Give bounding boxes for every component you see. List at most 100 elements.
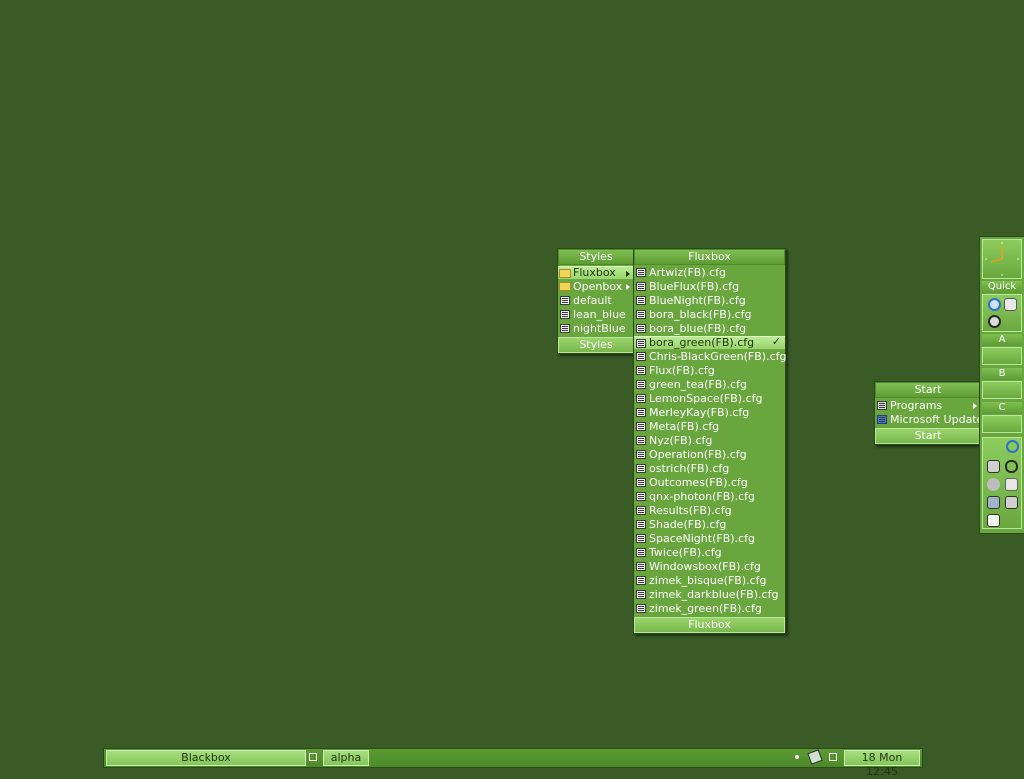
fluxbox-menu-item[interactable]: Nyz(FB).cfg	[634, 434, 785, 448]
styles-menu-footer[interactable]: Styles	[558, 337, 634, 353]
start-menu-footer[interactable]: Start	[875, 428, 981, 444]
fluxbox-menu-item[interactable]: zimek_bisque(FB).cfg	[634, 574, 785, 588]
config-file-icon	[636, 436, 646, 445]
tray-network-icon[interactable]	[807, 749, 823, 765]
menu-item-label: MerleyKay(FB).cfg	[649, 406, 750, 419]
menu-item-label: Results(FB).cfg	[649, 504, 732, 517]
menu-item-label: zimek_darkblue(FB).cfg	[649, 588, 779, 601]
quick-launch-label: Quick	[982, 281, 1022, 293]
fluxbox-menu-item[interactable]: BlueNight(FB).cfg	[634, 294, 785, 308]
fluxbox-menu-item[interactable]: zimek_green(FB).cfg	[634, 602, 785, 616]
printer-icon[interactable]	[987, 460, 1000, 473]
workspace-c-button[interactable]	[982, 415, 1022, 433]
fluxbox-menu-item[interactable]: Shade(FB).cfg	[634, 518, 785, 532]
config-file-icon	[636, 380, 646, 389]
update-icon	[877, 415, 887, 424]
menu-item-label: LemonSpace(FB).cfg	[649, 392, 763, 405]
folder-icon	[559, 269, 571, 278]
config-file-icon	[636, 562, 646, 571]
config-file-icon	[636, 296, 646, 305]
start-menu-item-programs[interactable]: Programs	[875, 399, 981, 413]
tray-arrow-icon[interactable]	[795, 755, 799, 759]
fluxbox-menu-item[interactable]: green_tea(FB).cfg	[634, 378, 785, 392]
workspace-b-button[interactable]	[982, 381, 1022, 399]
fluxbox-menu-item[interactable]: SpaceNight(FB).cfg	[634, 532, 785, 546]
styles-menu-item-lean-blue[interactable]: lean_blue	[558, 308, 634, 322]
fluxbox-menu-item[interactable]: bora_blue(FB).cfg	[634, 322, 785, 336]
fluxbox-menu-item[interactable]: LemonSpace(FB).cfg	[634, 392, 785, 406]
menu-item-label: BlueNight(FB).cfg	[649, 294, 746, 307]
window-list-icon[interactable]	[309, 753, 317, 761]
menu-item-label: Openbox	[573, 280, 623, 293]
tools-icon[interactable]	[1005, 496, 1018, 509]
config-file-icon	[636, 590, 646, 599]
menu-item-label: bora_black(FB).cfg	[649, 308, 752, 321]
config-file-icon	[636, 352, 646, 361]
menu-item-label: nightBlue	[573, 322, 626, 335]
styles-menu-item-openbox[interactable]: Openbox	[558, 280, 634, 294]
fluxbox-menu-title: Fluxbox	[634, 249, 785, 265]
submenu-arrow-icon	[973, 403, 977, 409]
styles-menu-item-nightblue[interactable]: nightBlue	[558, 322, 634, 336]
user-icon[interactable]	[987, 478, 1000, 491]
menu-item-label: green_tea(FB).cfg	[649, 378, 747, 391]
fluxbox-menu-item[interactable]: zimek_darkblue(FB).cfg	[634, 588, 785, 602]
internet-explorer-icon[interactable]	[988, 298, 1001, 311]
fluxbox-menu-item[interactable]: Outcomes(FB).cfg	[634, 476, 785, 490]
fluxbox-menu-item[interactable]: Chris-BlackGreen(FB).cfg	[634, 350, 786, 364]
fluxbox-menu: Fluxbox Artwiz(FB).cfg BlueFlux(FB).cfg Bl…	[633, 248, 786, 634]
config-file-icon	[636, 464, 646, 473]
styles-menu-item-fluxbox[interactable]: Fluxbox	[558, 266, 634, 280]
menu-item-label: Outcomes(FB).cfg	[649, 476, 748, 489]
menu-item-label: Operation(FB).cfg	[649, 448, 747, 461]
fluxbox-menu-item[interactable]: qnx-photon(FB).cfg	[634, 490, 785, 504]
workspace-a-label: A	[982, 334, 1022, 346]
menu-item-label: Artwiz(FB).cfg	[649, 266, 727, 279]
config-file-icon	[636, 576, 646, 585]
menu-item-label: zimek_bisque(FB).cfg	[649, 574, 767, 587]
fluxbox-menu-item[interactable]: Meta(FB).cfg	[634, 420, 785, 434]
fluxbox-menu-item[interactable]: bora_black(FB).cfg	[634, 308, 785, 322]
fluxbox-menu-item[interactable]: MerleyKay(FB).cfg	[634, 406, 785, 420]
styles-menu-item-default[interactable]: default	[558, 294, 634, 308]
start-menu-title: Start	[875, 382, 981, 398]
fluxbox-menu-item[interactable]: Twice(FB).cfg	[634, 546, 785, 560]
fluxbox-menu-item[interactable]: ostrich(FB).cfg	[634, 462, 785, 476]
network-icon[interactable]	[987, 496, 1000, 509]
fluxbox-menu-item[interactable]: Artwiz(FB).cfg	[634, 266, 785, 280]
media-player-icon[interactable]	[988, 315, 1001, 328]
config-file-icon	[636, 450, 646, 459]
menu-item-label: Windowsbox(FB).cfg	[649, 560, 761, 573]
start-menu-item-microsoft-update[interactable]: Microsoft Update	[875, 413, 983, 427]
fluxbox-menu-items: Artwiz(FB).cfg BlueFlux(FB).cfg BlueNight(…	[634, 265, 786, 617]
link-icon[interactable]	[1005, 460, 1018, 473]
menu-item-label: bora_blue(FB).cfg	[649, 322, 747, 335]
folder-icon[interactable]	[1005, 478, 1018, 491]
tray-display-icon[interactable]	[829, 753, 837, 761]
config-file-icon	[560, 310, 570, 319]
task-button-alpha[interactable]: alpha	[323, 750, 369, 766]
internet-explorer-icon[interactable]	[1006, 440, 1019, 453]
submenu-arrow-icon	[626, 271, 630, 277]
styles-menu: Styles Fluxbox Openbox default lean_blue…	[557, 248, 635, 354]
config-file-icon	[636, 310, 646, 319]
fluxbox-menu-footer[interactable]: Fluxbox	[634, 617, 785, 633]
config-file-icon	[636, 282, 646, 291]
menu-item-label: Meta(FB).cfg	[649, 420, 720, 433]
slit-toolbar: Quick A B C	[979, 236, 1024, 534]
notepad-icon[interactable]	[987, 514, 1000, 527]
fluxbox-menu-item[interactable]: Windowsbox(FB).cfg	[634, 560, 785, 574]
documents-icon[interactable]	[1004, 298, 1017, 311]
fluxbox-menu-item[interactable]: BlueFlux(FB).cfg	[634, 280, 785, 294]
checkmark-icon: ✓	[771, 335, 781, 348]
fluxbox-menu-item[interactable]: Flux(FB).cfg	[634, 364, 785, 378]
menu-item-label: bora_green(FB).cfg	[649, 336, 755, 349]
fluxbox-menu-item[interactable]: bora_green(FB).cfg ✓	[634, 336, 785, 350]
menu-item-label: default	[573, 294, 612, 307]
taskbar: Blackbox alpha 18 Mon 12:45	[103, 748, 923, 778]
workspace-a-button[interactable]	[982, 347, 1022, 365]
fluxbox-menu-item[interactable]: Results(FB).cfg	[634, 504, 785, 518]
fluxbox-menu-item[interactable]: Operation(FB).cfg	[634, 448, 785, 462]
clock-face-icon	[985, 242, 1019, 276]
workspace-name[interactable]: Blackbox	[106, 750, 306, 766]
